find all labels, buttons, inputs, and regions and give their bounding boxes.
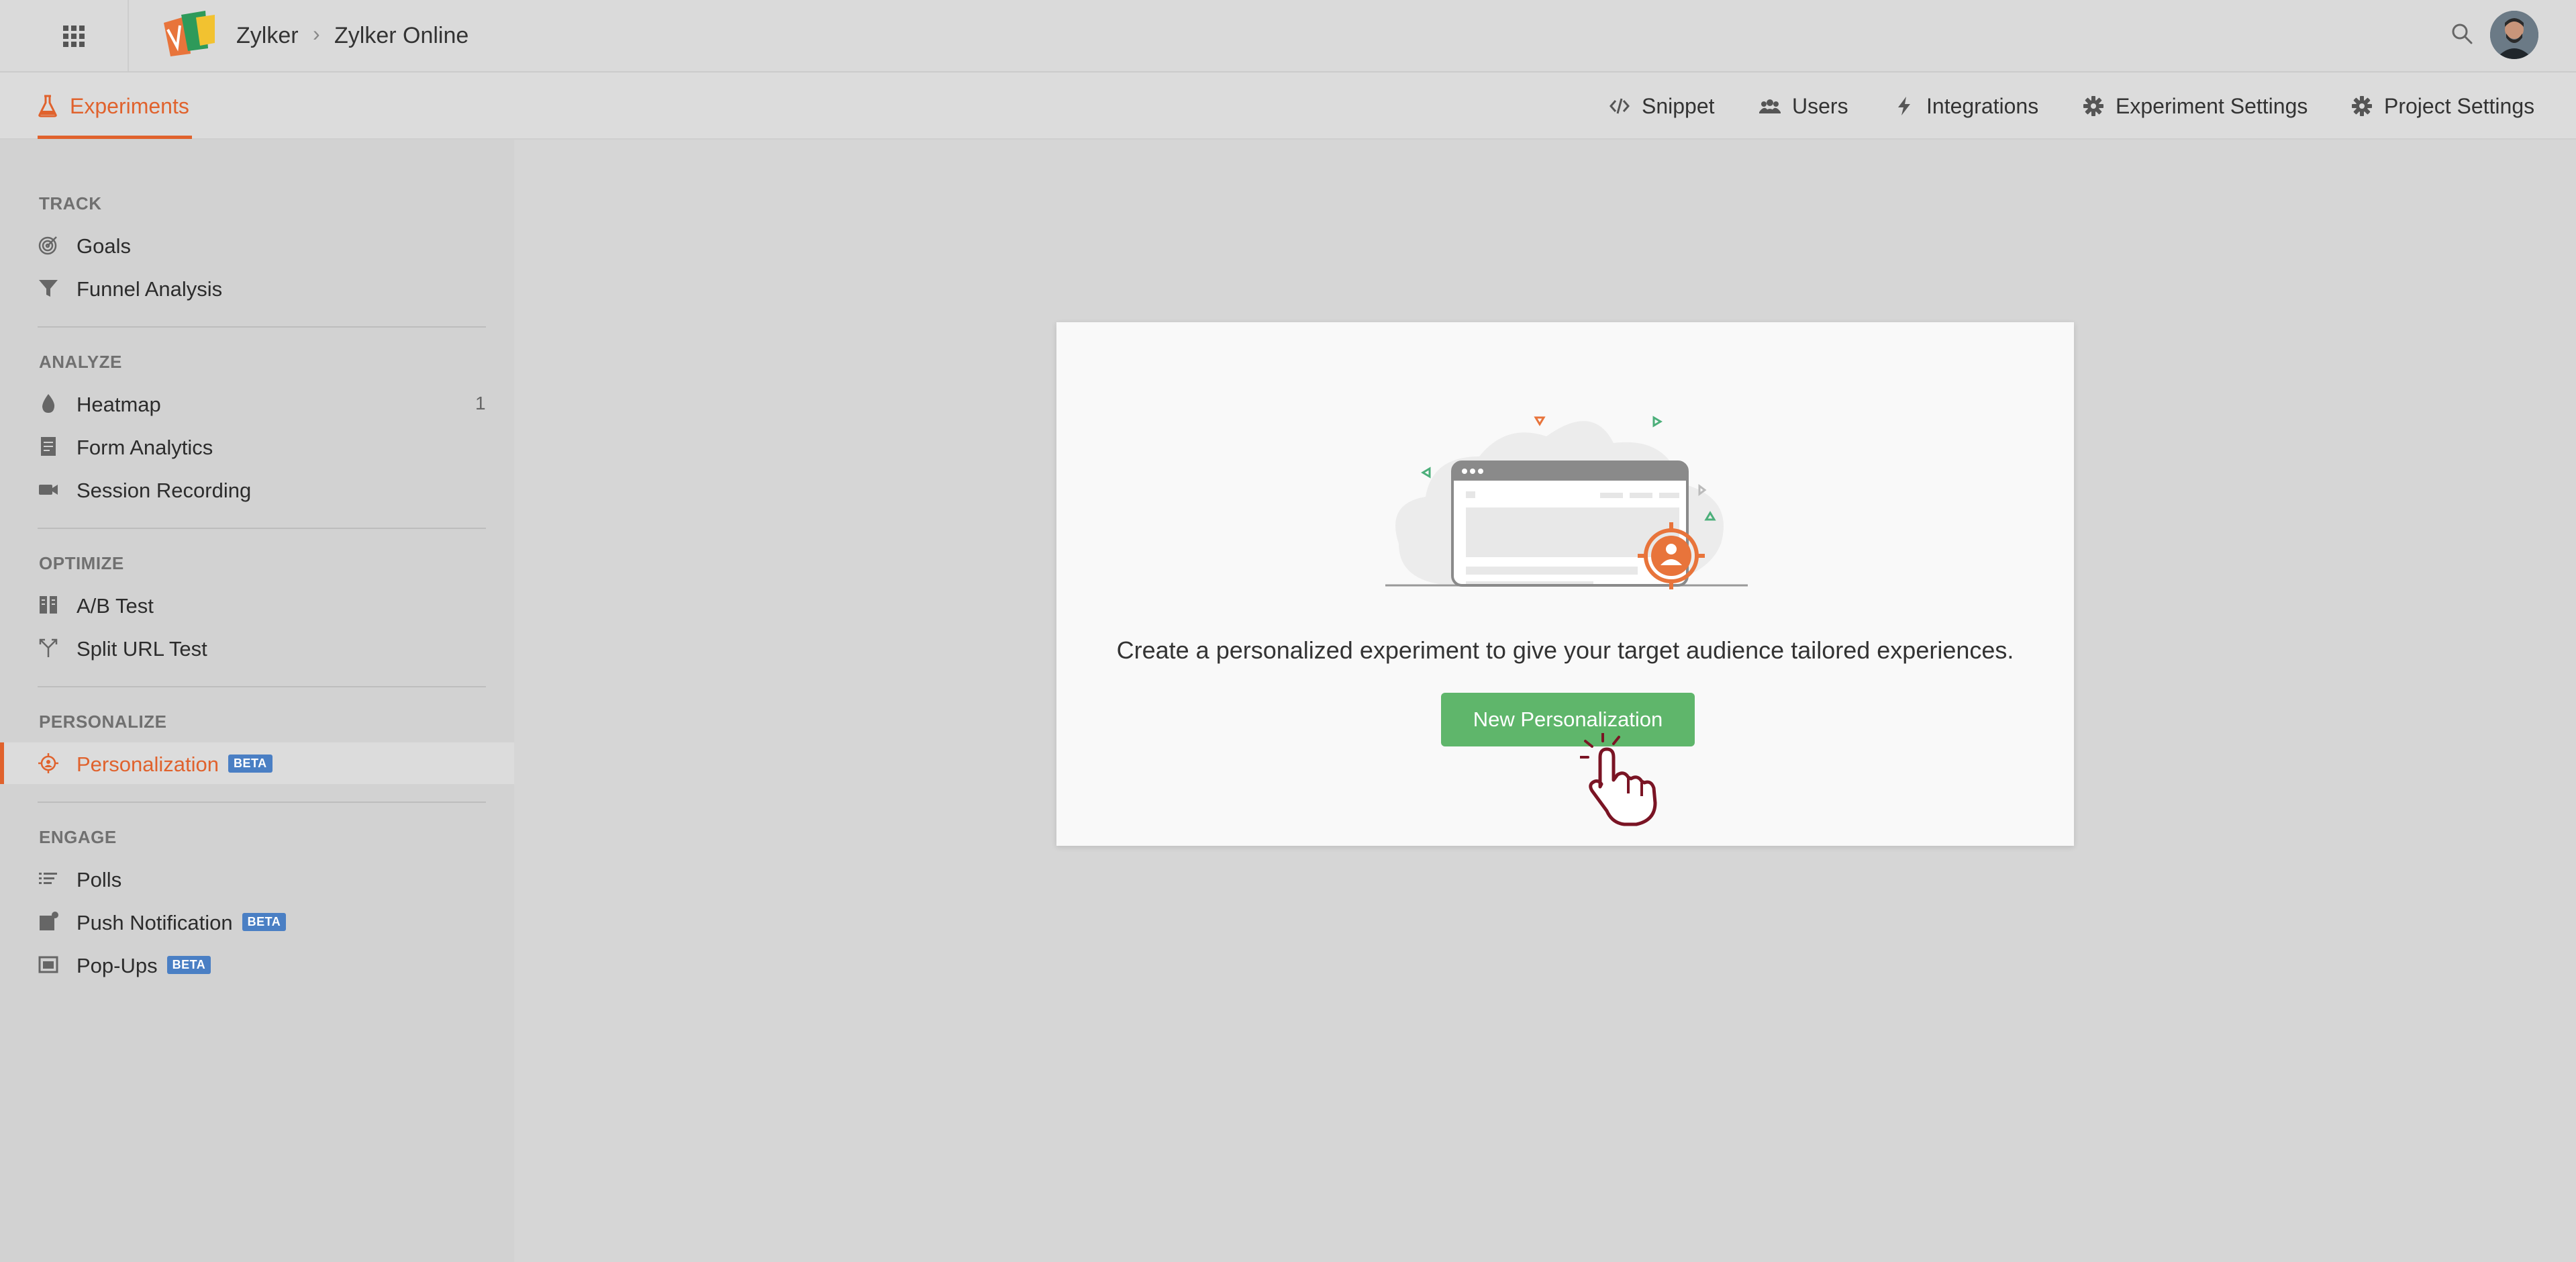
form-icon xyxy=(41,437,56,456)
beta-badge: BETA xyxy=(166,956,211,975)
user-avatar[interactable] xyxy=(2490,11,2538,59)
sidebar-item-label: A/B Test xyxy=(77,594,154,618)
target-icon xyxy=(38,236,57,255)
nav-project-settings[interactable]: Project Settings xyxy=(2350,72,2534,140)
sidebar-item-label: Session Recording xyxy=(77,479,252,502)
sidebar-item-session-recording[interactable]: Session Recording xyxy=(0,469,514,510)
sidebar-item-label: Funnel Analysis xyxy=(77,277,223,301)
sidebar-item-label: Split URL Test xyxy=(77,637,207,661)
sidebar-divider xyxy=(38,528,486,529)
nav-experiment-settings[interactable]: Experiment Settings xyxy=(2082,72,2308,140)
flask-icon xyxy=(38,95,57,117)
nav-users-label: Users xyxy=(1792,93,1848,118)
sidebar-item-label: Heatmap xyxy=(77,393,161,416)
section-title-track: TRACK xyxy=(39,193,102,213)
nav-users[interactable]: Users xyxy=(1758,72,1848,140)
bell-box-icon xyxy=(40,912,58,930)
sidebar-item-label: Form Analytics xyxy=(77,436,213,459)
sidebar: TRACK Goals Funnel Analysis ANALYZE Heat… xyxy=(0,140,514,1262)
apps-grid-icon[interactable] xyxy=(60,23,87,50)
top-bar: Zylker › Zylker Online xyxy=(0,0,2576,72)
sidebar-item-text: Pop-Ups BETA xyxy=(77,954,211,978)
sidebar-item-split-url-test[interactable]: Split URL Test xyxy=(0,627,514,669)
sidebar-item-label: Goals xyxy=(77,234,131,258)
nav-snippet[interactable]: Snippet xyxy=(1608,72,1715,140)
sidebar-divider xyxy=(38,802,486,803)
hand-pointer-icon xyxy=(1580,733,1657,826)
sidebar-item-funnel-analysis[interactable]: Funnel Analysis xyxy=(0,267,514,309)
gear-icon xyxy=(2352,96,2372,116)
tab-experiments[interactable]: Experiments xyxy=(38,72,189,140)
empty-state-card: Create a personalized experiment to give… xyxy=(1056,322,2074,846)
lightning-icon xyxy=(1898,97,1910,115)
sidebar-item-pop-ups[interactable]: Pop-Ups BETA xyxy=(0,944,514,985)
camera-icon xyxy=(39,485,58,495)
nav-integrations[interactable]: Integrations xyxy=(1893,72,2038,140)
section-title-engage: ENGAGE xyxy=(39,827,117,847)
nav-project-settings-label: Project Settings xyxy=(2384,93,2535,118)
search-icon[interactable] xyxy=(2450,21,2474,46)
window-icon xyxy=(38,956,58,973)
active-item-indicator xyxy=(0,742,4,784)
sub-navigation: Experiments Snippet Users Integrations E… xyxy=(0,72,2576,140)
nav-snippet-label: Snippet xyxy=(1642,93,1715,118)
sidebar-item-text: Push Notification BETA xyxy=(77,911,287,935)
nav-integrations-label: Integrations xyxy=(1926,93,2039,118)
project-logo[interactable] xyxy=(161,9,217,58)
funnel-icon xyxy=(39,280,58,297)
sidebar-item-heatmap[interactable]: Heatmap 1 xyxy=(0,383,514,424)
flame-icon xyxy=(42,394,55,413)
header-divider xyxy=(128,0,129,71)
sidebar-divider xyxy=(38,326,486,328)
breadcrumb-org[interactable]: Zylker xyxy=(236,23,299,49)
sidebar-item-label: Polls xyxy=(77,868,122,891)
sidebar-divider xyxy=(38,686,486,687)
sidebar-item-label: Push Notification xyxy=(77,911,233,934)
breadcrumb-separator: › xyxy=(313,21,320,46)
sidebar-item-label: Pop-Ups xyxy=(77,954,158,977)
sidebar-item-label: Personalization xyxy=(77,753,219,776)
crosshair-user-icon xyxy=(38,753,58,773)
section-title-personalize: PERSONALIZE xyxy=(39,712,167,732)
code-icon xyxy=(1609,98,1630,114)
sidebar-item-text: Personalization BETA xyxy=(77,753,273,777)
tab-experiments-label: Experiments xyxy=(70,93,189,118)
sidebar-item-ab-test[interactable]: A/B Test xyxy=(0,584,514,626)
sidebar-item-personalization[interactable]: Personalization BETA xyxy=(0,742,514,784)
ab-icon xyxy=(40,596,57,614)
users-icon xyxy=(1759,99,1781,113)
list-icon xyxy=(39,873,57,884)
breadcrumb-project[interactable]: Zylker Online xyxy=(334,23,468,49)
sidebar-item-form-analytics[interactable]: Form Analytics xyxy=(0,426,514,467)
sidebar-item-goals[interactable]: Goals xyxy=(0,224,514,266)
sidebar-item-polls[interactable]: Polls xyxy=(0,858,514,900)
personalization-illustration xyxy=(1385,416,1748,589)
section-title-analyze: ANALYZE xyxy=(39,352,122,372)
heatmap-count: 1 xyxy=(475,393,486,414)
nav-experiment-settings-label: Experiment Settings xyxy=(2116,93,2308,118)
beta-badge: BETA xyxy=(242,913,287,932)
empty-state-message: Create a personalized experiment to give… xyxy=(1116,636,2014,664)
gear-icon xyxy=(2083,96,2103,116)
section-title-optimize: OPTIMIZE xyxy=(39,553,124,573)
beta-badge: BETA xyxy=(228,755,273,773)
active-tab-indicator xyxy=(38,136,192,139)
sidebar-item-push-notification[interactable]: Push Notification BETA xyxy=(0,901,514,942)
split-icon xyxy=(39,638,58,657)
